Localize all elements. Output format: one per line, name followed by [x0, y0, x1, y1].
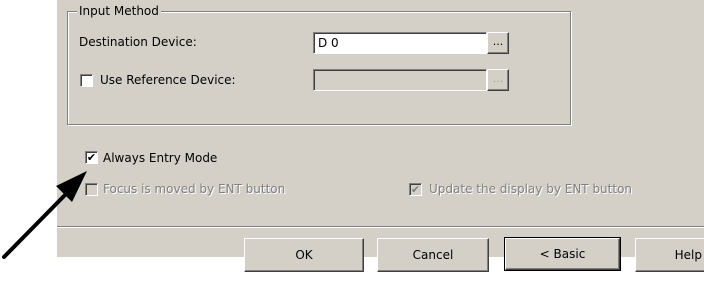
annotation-arrow-icon	[2, 171, 87, 259]
